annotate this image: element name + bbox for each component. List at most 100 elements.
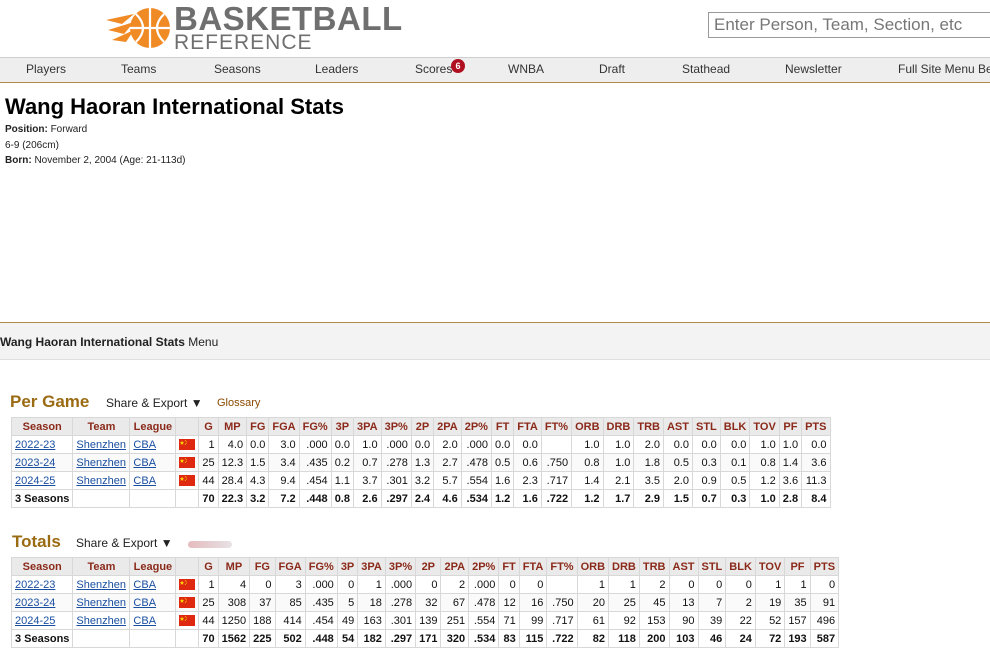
season-link[interactable]: 2023-24: [15, 457, 55, 469]
column-header[interactable]: 3P%: [384, 557, 417, 576]
column-header[interactable]: FTA: [518, 557, 548, 576]
career-stat-cell: 103: [668, 629, 699, 648]
column-header[interactable]: FGA: [268, 417, 300, 436]
team-link[interactable]: Shenzhen: [76, 579, 126, 591]
nav-item-stathead[interactable]: Stathead: [682, 62, 730, 76]
league-link[interactable]: CBA: [133, 475, 156, 487]
stat-cell: 188: [249, 611, 276, 630]
season-link[interactable]: 2022-23: [15, 579, 55, 591]
column-header[interactable]: FG%: [298, 417, 332, 436]
column-header[interactable]: ORB: [571, 417, 604, 436]
stat-cell: 25: [198, 453, 219, 472]
column-header[interactable]: AST: [668, 557, 699, 576]
column-header[interactable]: 2P%: [460, 417, 492, 436]
column-header[interactable]: MP: [217, 417, 248, 436]
per-game-share-export-button[interactable]: Share & Export ▼: [106, 396, 203, 410]
column-header[interactable]: DRB: [602, 417, 635, 436]
nav-item-newsletter[interactable]: Newsletter: [785, 62, 842, 76]
column-header[interactable]: FG%: [304, 557, 338, 576]
column-header[interactable]: 2P: [410, 417, 435, 436]
search-input[interactable]: [709, 13, 990, 37]
totals-table-foot: 3 Seasons 70 1562 225 502.448 54 182.297 171 320…: [10, 629, 840, 648]
column-header[interactable]: BLK: [719, 417, 751, 436]
column-header[interactable]: [175, 417, 200, 436]
nav-item-seasons[interactable]: Seasons: [214, 62, 261, 76]
section-menu-toggle[interactable]: Wang Haoran International Stats Menu: [0, 335, 218, 349]
column-header[interactable]: TOV: [749, 417, 780, 436]
nav-item-scores[interactable]: Scores: [415, 62, 452, 76]
league-link[interactable]: CBA: [133, 439, 156, 451]
column-header[interactable]: [175, 557, 200, 576]
column-header[interactable]: FT%: [540, 417, 573, 436]
per-game-table-head: Season Team League G MP FG FGA FG% 3P 3PA 3P% 2P 2PA…: [10, 417, 831, 436]
column-header[interactable]: 3PA: [357, 557, 386, 576]
league-link[interactable]: CBA: [133, 615, 156, 627]
league-link[interactable]: CBA: [133, 597, 156, 609]
column-header[interactable]: 2PA: [440, 557, 470, 576]
column-header[interactable]: FGA: [274, 557, 306, 576]
column-header[interactable]: ORB: [576, 557, 610, 576]
column-header[interactable]: 3PA: [352, 417, 382, 436]
stat-cell: 71: [498, 611, 520, 630]
league-link[interactable]: CBA: [133, 457, 156, 469]
nav-item-teams[interactable]: Teams: [121, 62, 156, 76]
stat-cell: .278: [384, 593, 417, 612]
column-header[interactable]: G: [198, 417, 219, 436]
season-link[interactable]: 2023-24: [15, 597, 55, 609]
nav-item-draft[interactable]: Draft: [599, 62, 625, 76]
column-header[interactable]: 2P%: [468, 557, 500, 576]
stat-cell: 0.0: [513, 435, 542, 454]
column-header[interactable]: PF: [778, 417, 803, 436]
career-stat-cell: 587: [809, 629, 840, 648]
column-header[interactable]: STL: [691, 417, 721, 436]
per-game-glossary-link[interactable]: Glossary: [217, 397, 260, 409]
totals-share-export-button[interactable]: Share & Export ▼: [76, 536, 173, 550]
stat-cell: 92: [608, 611, 640, 630]
column-header[interactable]: TRB: [638, 557, 670, 576]
column-header[interactable]: League: [129, 417, 177, 436]
column-header[interactable]: FT%: [546, 557, 578, 576]
column-header[interactable]: PTS: [801, 417, 831, 436]
column-header[interactable]: TOV: [754, 557, 786, 576]
column-header[interactable]: MP: [217, 557, 251, 576]
column-header[interactable]: TRB: [633, 417, 664, 436]
team-link[interactable]: Shenzhen: [76, 615, 126, 627]
column-header[interactable]: BLK: [725, 557, 756, 576]
column-header[interactable]: PTS: [809, 557, 840, 576]
nav-item-wnba[interactable]: WNBA: [508, 62, 544, 76]
column-header[interactable]: Season: [10, 417, 74, 436]
column-header[interactable]: FG: [249, 557, 276, 576]
column-header[interactable]: AST: [662, 417, 693, 436]
column-header[interactable]: 3P: [336, 557, 359, 576]
column-header[interactable]: FTA: [513, 417, 542, 436]
column-header[interactable]: FG: [246, 417, 270, 436]
nav-item-full-site-menu[interactable]: Full Site Menu Be: [898, 62, 990, 76]
column-header[interactable]: 2P: [415, 557, 442, 576]
column-header[interactable]: G: [198, 557, 219, 576]
team-link[interactable]: Shenzhen: [76, 439, 126, 451]
league-link[interactable]: CBA: [133, 579, 156, 591]
column-header[interactable]: League: [129, 557, 177, 576]
column-header[interactable]: 3P: [330, 417, 354, 436]
stat-cell: 52: [754, 611, 786, 630]
column-header[interactable]: FT: [490, 417, 515, 436]
season-link[interactable]: 2022-23: [15, 439, 55, 451]
column-header[interactable]: 2PA: [433, 417, 462, 436]
column-header[interactable]: Team: [72, 417, 131, 436]
team-link[interactable]: Shenzhen: [76, 597, 126, 609]
column-header[interactable]: PF: [784, 557, 811, 576]
team-link[interactable]: Shenzhen: [76, 457, 126, 469]
nav-item-leaders[interactable]: Leaders: [315, 62, 358, 76]
column-header[interactable]: Season: [10, 557, 74, 576]
season-link[interactable]: 2024-25: [15, 475, 55, 487]
column-header[interactable]: FT: [498, 557, 520, 576]
team-link[interactable]: Shenzhen: [76, 475, 126, 487]
column-header[interactable]: Team: [72, 557, 131, 576]
column-header[interactable]: DRB: [608, 557, 640, 576]
column-header[interactable]: STL: [697, 557, 727, 576]
season-link[interactable]: 2024-25: [15, 615, 55, 627]
nav-item-players[interactable]: Players: [26, 62, 66, 76]
column-header[interactable]: 3P%: [380, 417, 412, 436]
site-logo[interactable]: BASKETBALL REFERENCE: [104, 2, 404, 54]
china-flag-icon: [179, 475, 196, 487]
